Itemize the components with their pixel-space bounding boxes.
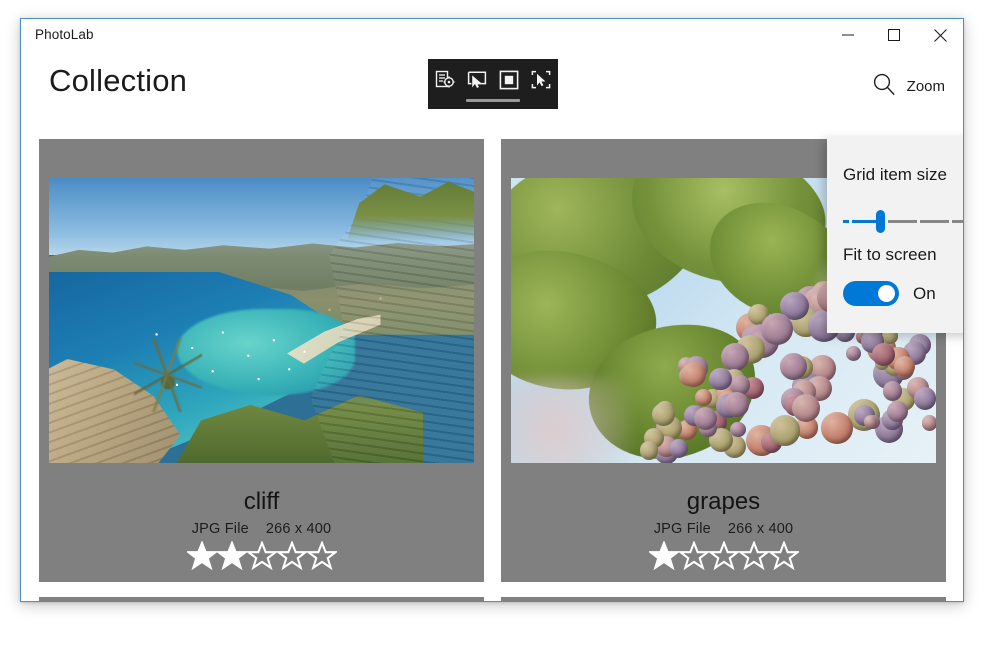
photo-file-type: JPG File xyxy=(653,521,711,537)
photo-details: JPG File 266 x 400 xyxy=(39,521,484,537)
rating-stars[interactable] xyxy=(39,539,484,573)
photo-name: cliff xyxy=(243,488,280,515)
photo-details: JPG File 266 x 400 xyxy=(501,521,946,537)
toolbar-drag-handle[interactable] xyxy=(466,99,520,102)
search-icon xyxy=(871,71,897,102)
toggle-knob xyxy=(878,285,895,302)
photolab-window: PhotoLab Collection Zoom cliff JPG File … xyxy=(20,18,964,602)
toggle-track[interactable] xyxy=(843,281,899,306)
page-title: Collection xyxy=(49,63,188,98)
grid-item-size-label: Grid item size xyxy=(843,165,947,184)
photo-card[interactable] xyxy=(501,597,946,601)
vs-toolbar-buttons xyxy=(433,59,553,99)
photo-card[interactable] xyxy=(39,597,484,601)
photo-card[interactable]: cliff JPG File 266 x 400 xyxy=(39,139,484,582)
photo-dimensions: 266 x 400 xyxy=(265,521,332,537)
slider-thumb[interactable] xyxy=(876,210,885,233)
window-controls xyxy=(825,19,963,51)
photo-dimensions: 266 x 400 xyxy=(727,521,794,537)
app-title: PhotoLab xyxy=(35,27,94,42)
fit-to-screen-label: Fit to screen xyxy=(843,245,937,264)
go-to-live-visual-tree-icon[interactable] xyxy=(433,68,457,92)
photo-meta: grapes JPG File 266 x 400 xyxy=(501,487,946,573)
maximize-button[interactable] xyxy=(871,19,917,51)
photo-meta: cliff JPG File 266 x 400 xyxy=(39,487,484,573)
close-button[interactable] xyxy=(917,19,963,51)
toggle-state-label: On xyxy=(913,283,936,303)
zoom-command[interactable]: Zoom xyxy=(871,71,945,102)
zoom-label: Zoom xyxy=(906,78,945,95)
fit-to-screen-toggle[interactable]: On xyxy=(843,281,936,306)
grid-item-size-slider[interactable] xyxy=(843,210,963,234)
cliff-photo xyxy=(49,178,474,463)
photo-file-type: JPG File xyxy=(191,521,249,537)
rating-stars[interactable] xyxy=(501,539,946,573)
minimize-button[interactable] xyxy=(825,19,871,51)
track-focused-element-icon[interactable] xyxy=(529,68,553,92)
vs-live-visual-tree-toolbar[interactable] xyxy=(428,59,558,109)
enable-selection-icon[interactable] xyxy=(465,68,489,92)
display-layout-adorners-icon[interactable] xyxy=(497,68,521,92)
photo-grid: cliff JPG File 266 x 400 grapes JPG File… xyxy=(21,139,963,601)
screenshot-root: PhotoLab Collection Zoom cliff JPG File … xyxy=(0,0,987,647)
zoom-flyout: Grid item size Fit to screen On xyxy=(827,137,963,333)
slider-ticks xyxy=(843,220,963,223)
title-bar: PhotoLab xyxy=(21,19,963,51)
photo-name: grapes xyxy=(686,488,761,515)
